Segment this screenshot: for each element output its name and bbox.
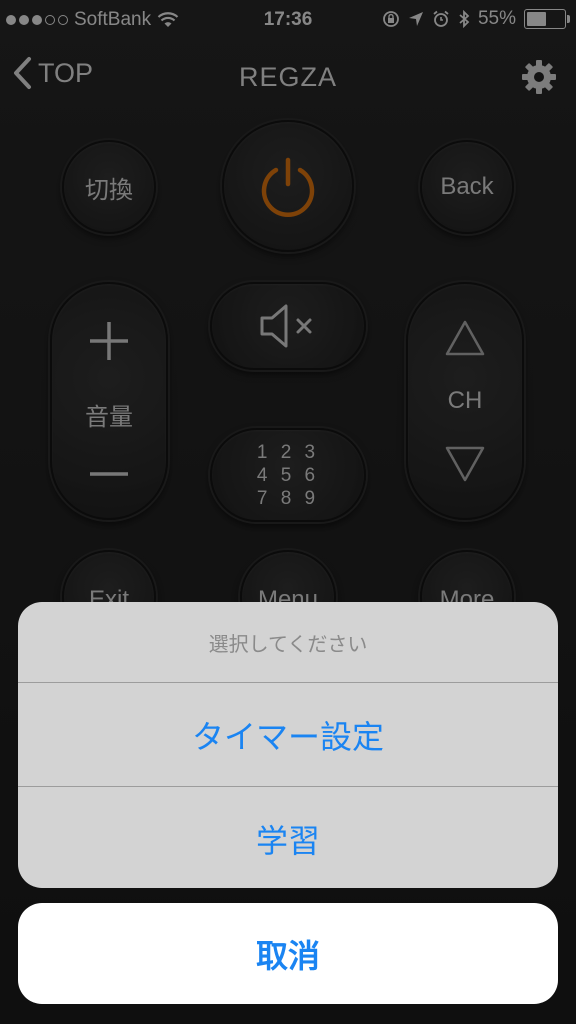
action-sheet: 選択してください タイマー設定 学習	[18, 602, 558, 888]
timer-settings-option[interactable]: タイマー設定	[18, 683, 558, 787]
learn-option[interactable]: 学習	[18, 787, 558, 888]
action-sheet-title: 選択してください	[18, 602, 558, 683]
cancel-button[interactable]: 取消	[18, 903, 558, 1004]
